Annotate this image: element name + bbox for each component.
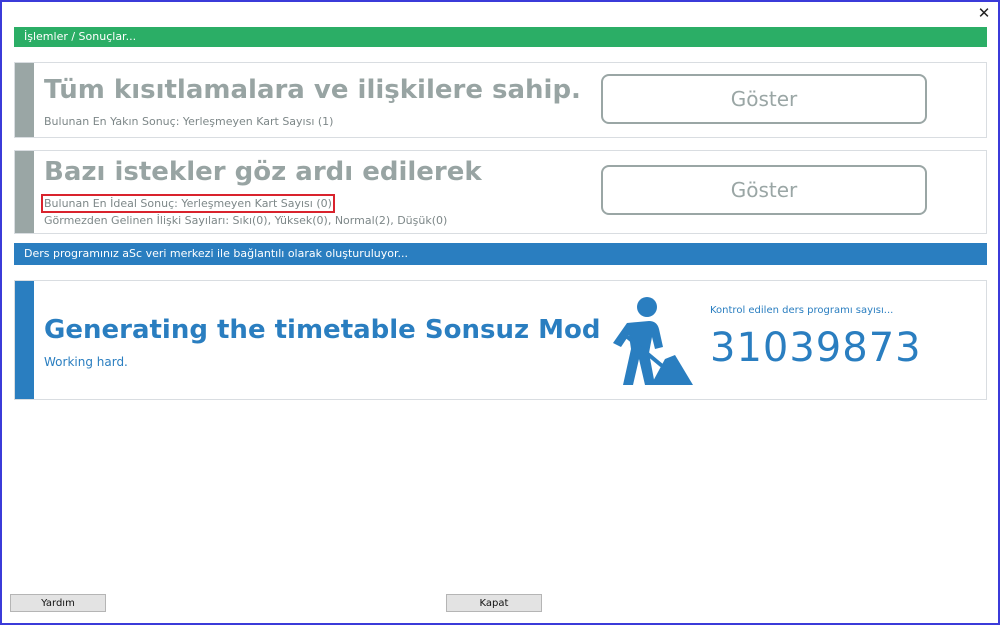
worker-shovel-icon (613, 297, 693, 385)
counter-label: Kontrol edilen ders programı sayısı... (710, 305, 894, 316)
results-section-header: İşlemler / Sonuçlar... (14, 27, 987, 47)
generation-panel: Generating the timetable Sonsuz Mod Work… (14, 280, 987, 400)
generation-title: Generating the timetable Sonsuz Mod (44, 315, 601, 345)
checked-timetables-counter: 31039873 (710, 325, 922, 371)
close-icon[interactable]: ✕ (976, 5, 992, 21)
panel-accent-bar (15, 151, 34, 233)
panel-accent-bar (15, 281, 34, 399)
panel-subtitle-highlighted: Bulunan En İdeal Sonuç: Yerleşmeyen Kart… (41, 194, 335, 213)
show-button[interactable]: Göster (601, 165, 927, 215)
panel-title: Bazı istekler göz ardı edilerek (44, 157, 482, 187)
result-panel-ignored-requests: Bazı istekler göz ardı edilerek Bulunan … (14, 150, 987, 234)
ignored-relations-details: Görmezden Gelinen İlişki Sayıları: Sıkı(… (44, 214, 448, 227)
help-button[interactable]: Yardım (10, 594, 106, 612)
result-panel-all-constraints: Tüm kısıtlamalara ve ilişkilere sahip. B… (14, 62, 987, 138)
show-button[interactable]: Göster (601, 74, 927, 124)
panel-title: Tüm kısıtlamalara ve ilişkilere sahip. (44, 75, 581, 105)
close-button[interactable]: Kapat (446, 594, 542, 612)
status-section-header: Ders programınız aSc veri merkezi ile ba… (14, 243, 987, 265)
panel-subtitle: Bulunan En Yakın Sonuç: Yerleşmeyen Kart… (44, 115, 334, 128)
panel-accent-bar (15, 63, 34, 137)
dialog-window: ✕ İşlemler / Sonuçlar... Tüm kısıtlamala… (0, 0, 1000, 625)
generation-subtitle: Working hard. (44, 355, 128, 369)
